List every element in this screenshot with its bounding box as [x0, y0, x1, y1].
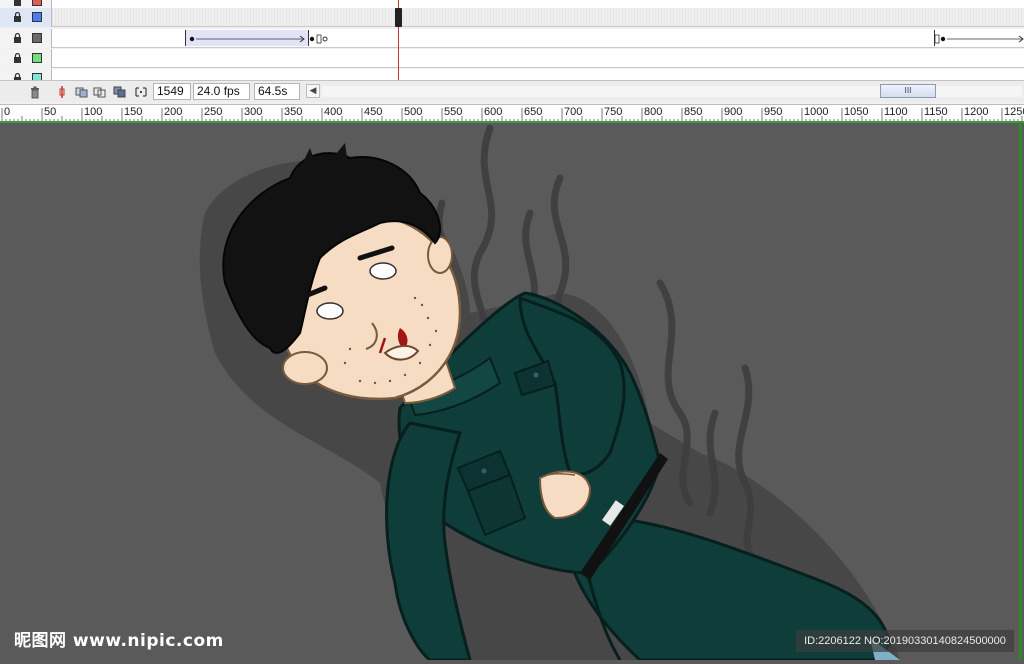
- ruler-label: 800: [644, 106, 663, 118]
- ruler-label: 550: [444, 106, 463, 118]
- ruler-label: 1000: [804, 106, 829, 118]
- ruler-label: 1050: [844, 106, 869, 118]
- ruler-label: 1200: [964, 106, 989, 118]
- trash-icon[interactable]: [28, 84, 42, 99]
- lock-icon[interactable]: [13, 12, 22, 22]
- motion-tween-span[interactable]: [934, 30, 1024, 46]
- playhead-marker[interactable]: [395, 8, 402, 27]
- ruler-label: 600: [484, 106, 503, 118]
- ruler-label: 100: [84, 106, 103, 118]
- layer-header[interactable]: [0, 29, 52, 48]
- cartoon-illustration: [0, 123, 1024, 662]
- layer-header[interactable]: [0, 8, 52, 27]
- ruler-label: 350: [284, 106, 303, 118]
- center-frame-icon[interactable]: [55, 84, 69, 98]
- elapsed-time-field[interactable]: 64.5s: [254, 83, 300, 100]
- lock-icon[interactable]: [13, 0, 22, 6]
- lock-icon[interactable]: [13, 33, 22, 43]
- modify-onion-markers-icon[interactable]: [134, 84, 148, 98]
- onion-skin-outlines-icon[interactable]: [93, 84, 107, 98]
- ruler-label: 950: [764, 106, 783, 118]
- ruler-label: 200: [164, 106, 183, 118]
- layer-color-swatch[interactable]: [32, 33, 42, 43]
- timeline-toolbar: 1549 24.0 fps 64.5s ◀ III: [0, 80, 1024, 102]
- ruler-label: 250: [204, 106, 223, 118]
- horizontal-ruler: 0 50 100 150 200 250 300 350 400 450 500 550 600 650 7…: [0, 104, 1024, 122]
- ruler-label: 0: [4, 106, 11, 118]
- ruler-label: 300: [244, 106, 263, 118]
- timeline-panel: 1549 24.0 fps 64.5s ◀ III: [0, 0, 1024, 104]
- ruler-label: 650: [524, 106, 543, 118]
- scroll-left-button[interactable]: ◀: [306, 84, 320, 98]
- frame-rate-field[interactable]: 24.0 fps: [193, 83, 250, 100]
- layer-color-swatch[interactable]: [32, 0, 42, 6]
- layer-row[interactable]: [0, 29, 1024, 48]
- layer-row[interactable]: [0, 49, 1024, 68]
- layer-row[interactable]: [0, 8, 1024, 27]
- image-id-watermark: ID:2206122 NO:20190330140824500000: [796, 630, 1014, 652]
- layer-frames[interactable]: [52, 29, 1024, 48]
- ruler-label: 1150: [924, 106, 948, 118]
- ruler-label: 700: [564, 106, 583, 118]
- edit-multiple-frames-icon[interactable]: [113, 84, 127, 98]
- ruler-label: 1100: [884, 106, 908, 118]
- stage-canvas[interactable]: [0, 123, 1024, 662]
- ruler-label: 900: [724, 106, 743, 118]
- ruler-label: 150: [124, 106, 143, 118]
- layer-color-swatch[interactable]: [32, 53, 42, 63]
- motion-tween-span[interactable]: [185, 30, 309, 46]
- ruler-label: 50: [44, 106, 57, 118]
- layer-color-swatch[interactable]: [32, 12, 42, 22]
- ruler-ticks: [1, 108, 1023, 121]
- ruler-label: 450: [364, 106, 383, 118]
- ruler-label: 1250: [1004, 106, 1024, 118]
- onion-skin-icon[interactable]: [75, 84, 89, 98]
- ruler-label: 750: [604, 106, 623, 118]
- stage-right-edge: [1019, 122, 1022, 660]
- ruler-label: 500: [404, 106, 423, 118]
- keyframe-marker[interactable]: [308, 30, 328, 46]
- scrollbar-thumb[interactable]: III: [880, 84, 936, 98]
- lock-icon[interactable]: [13, 53, 22, 63]
- current-frame-field[interactable]: 1549: [153, 83, 191, 100]
- layer-frames[interactable]: [52, 8, 1024, 27]
- ruler-label: 400: [324, 106, 343, 118]
- layer-frames[interactable]: [52, 49, 1024, 68]
- layer-header[interactable]: [0, 49, 52, 68]
- nipic-watermark: 昵图网 www.nipic.com: [14, 631, 224, 651]
- ruler-label: 850: [684, 106, 703, 118]
